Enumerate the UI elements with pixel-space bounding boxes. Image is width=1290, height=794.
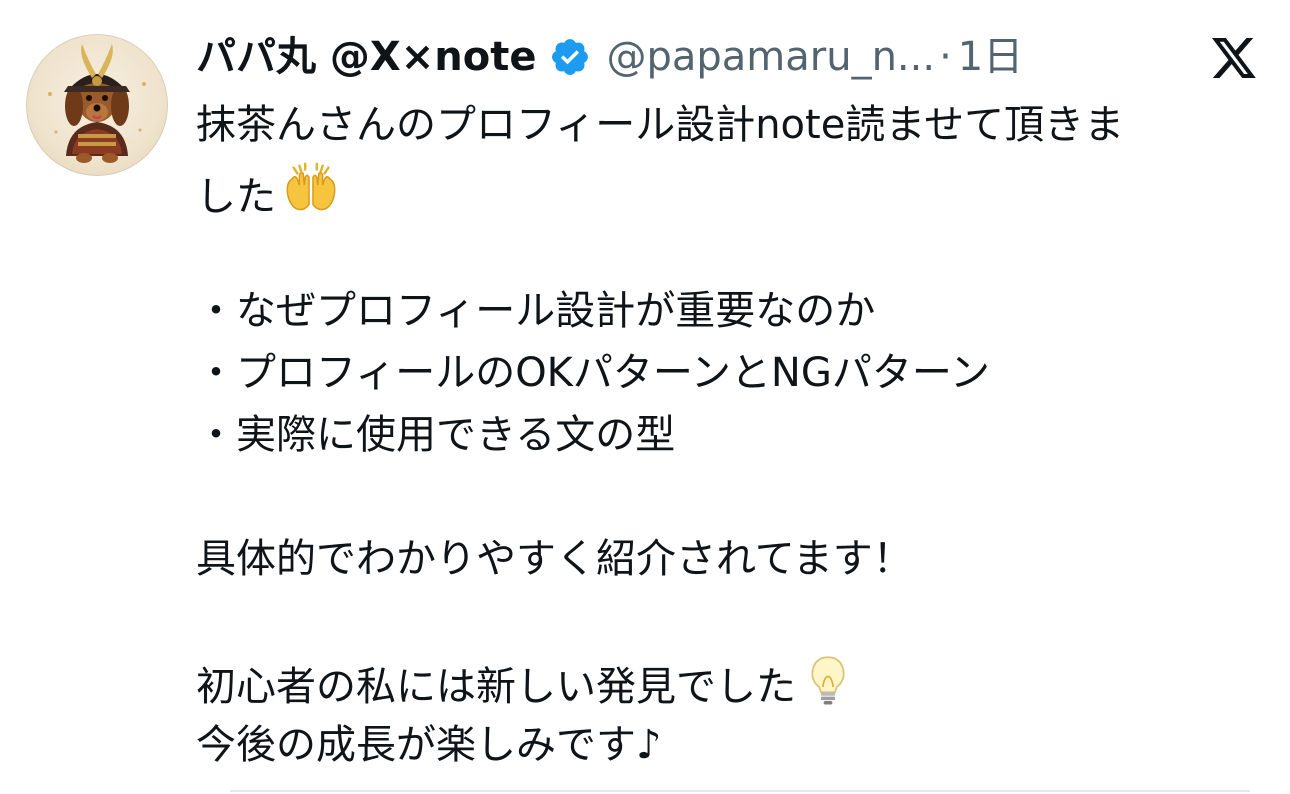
avatar[interactable] — [26, 34, 168, 176]
separator-dot: · — [939, 34, 952, 80]
divider — [230, 790, 1250, 792]
tweet-line: した — [196, 156, 1256, 220]
user-handle[interactable]: @papamaru_n... — [607, 30, 936, 84]
bullet-item: ・プロフィールのOKパターンとNGパターン — [196, 350, 990, 396]
raising-hands-emoji-icon — [280, 156, 342, 236]
tweet-line: 初心者の私には新しい発見でした — [196, 652, 1256, 714]
light-bulb-emoji-icon — [800, 652, 856, 726]
tweet-line: 今後の成長が楽しみです♪ — [196, 722, 662, 768]
verified-badge-icon — [549, 36, 591, 78]
x-logo-icon[interactable] — [1210, 36, 1258, 80]
samurai-dachshund-avatar-icon — [48, 44, 146, 163]
timestamp[interactable]: 1日 — [958, 30, 1023, 84]
tweet-line: 抹茶んさんのプロフィール設計note読ませて頂きま — [196, 102, 1125, 148]
bullet-item: ・実際に使用できる文の型 — [196, 412, 676, 458]
tweet-line-text: した — [196, 174, 276, 220]
tweet-text: 抹茶んさんのプロフィール設計note読ませて頂きま した ・なぜプロフィール設計… — [196, 94, 1256, 776]
bullet-item: ・なぜプロフィール設計が重要なのか — [196, 288, 876, 334]
display-name[interactable]: パパ丸 @X×note — [196, 30, 537, 84]
tweet-card[interactable]: パパ丸 @X×note @papamaru_n... · 1日 抹茶んさんのプロ… — [0, 0, 1290, 794]
tweet-header: パパ丸 @X×note @papamaru_n... · 1日 — [196, 30, 1023, 84]
tweet-line-text: 初心者の私には新しい発見でした — [196, 664, 796, 710]
tweet-line: 具体的でわかりやすく紹介されてます！ — [196, 536, 913, 582]
